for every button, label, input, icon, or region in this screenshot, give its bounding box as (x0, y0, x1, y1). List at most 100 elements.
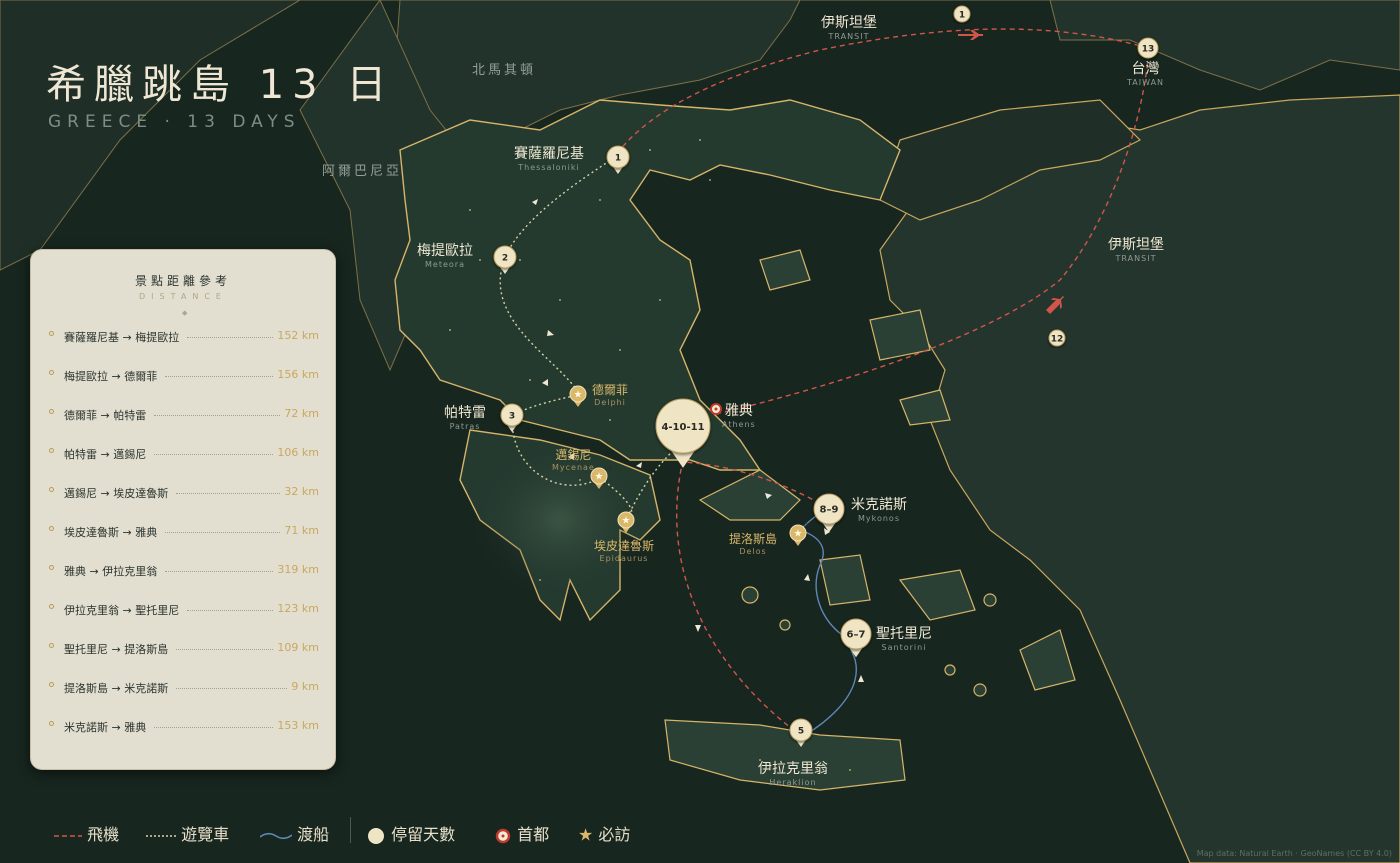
place-label-delphi[interactable]: 德爾菲 Delphi (592, 381, 628, 407)
day-marker-istanbul-top[interactable]: 1 (953, 5, 971, 23)
distance-row: 聖托里尼 → 提洛斯島 109 km (49, 641, 319, 659)
bullet-icon (49, 370, 54, 375)
distance-km: 153 km (277, 719, 319, 732)
distance-km: 123 km (277, 602, 319, 615)
distance-km: 72 km (284, 407, 319, 420)
distance-km: 71 km (284, 524, 319, 537)
day-marker-label: 3 (509, 412, 515, 422)
distance-km: 156 km (277, 368, 319, 381)
distance-route: 邁錫尼 → 埃皮達魯斯 (64, 487, 169, 500)
bullet-icon (49, 721, 54, 726)
day-marker-taiwan[interactable]: 13 (1137, 37, 1159, 59)
bullet-icon (49, 409, 54, 414)
place-name-zh: 伊斯坦堡 (821, 15, 877, 31)
place-name-en: Thessaloniki (518, 163, 580, 172)
must-visit-day-badge: D8 (804, 523, 811, 529)
dotted-leader (187, 610, 273, 611)
day-marker-label: 6–7 (847, 630, 866, 641)
place-name-zh: 雅典 (724, 403, 753, 419)
place-name-en: Delphi (594, 398, 626, 407)
stay-circle-icon (368, 827, 384, 844)
legend-coach-label: 遊覽車 (181, 825, 230, 844)
day-marker-label: 12 (1051, 335, 1064, 345)
dotted-leader (154, 454, 273, 455)
place-label-epidaurus[interactable]: 埃皮達魯斯 Epidaurus (594, 537, 654, 563)
legend-flight-label: 飛機 (87, 825, 120, 844)
distance-row: 埃皮達魯斯 → 雅典 71 km (49, 524, 319, 542)
capital-marker-athens[interactable] (710, 403, 722, 415)
day-marker-istanbul-right[interactable]: 12 (1048, 329, 1066, 347)
distance-route: 米克諾斯 → 雅典 (64, 721, 147, 734)
star-icon: ★ (574, 390, 583, 401)
place-label-santorini[interactable]: 聖托里尼 Santorini (876, 623, 932, 652)
place-name-zh: 賽薩羅尼基 (514, 146, 584, 162)
distance-row: 伊拉克里翁 → 聖托里尼 123 km (49, 602, 319, 620)
distance-route: 雅典 → 伊拉克里翁 (64, 565, 158, 578)
country-label-north-macedonia: 北馬其頓 (472, 63, 537, 78)
place-label-athens[interactable]: 雅典 Athens (722, 400, 756, 429)
day-marker-label: 1 (615, 154, 621, 164)
bullet-icon (49, 682, 54, 687)
legend-ferry: 渡船 (259, 821, 330, 845)
place-name-en: TRANSIT (828, 32, 870, 41)
page-subtitle: GREECE · 13 DAYS (48, 112, 301, 132)
day-marker-label: 8–9 (820, 505, 839, 516)
legend-must-visit: ★ 必訪 (578, 821, 630, 846)
place-name-zh: 伊拉克里翁 (758, 761, 828, 777)
distance-row: 梅提歐拉 → 德爾菲 156 km (49, 368, 319, 386)
distance-km: 109 km (277, 641, 319, 654)
day-marker-label: 4-10-11 (661, 422, 704, 433)
distance-row: 賽薩羅尼基 → 梅提歐拉 152 km (49, 329, 319, 347)
legend-stay-days: 停留天數 (366, 821, 455, 846)
distance-km: 319 km (277, 563, 319, 576)
dotted-leader (165, 376, 273, 377)
legend-capital-label: 首都 (517, 825, 550, 844)
dotted-line-icon (146, 834, 176, 837)
distance-route: 德爾菲 → 帕特雷 (64, 409, 147, 422)
day-marker-label: 1 (959, 11, 965, 21)
place-label-istanbul-right[interactable]: 伊斯坦堡 TRANSIT (1108, 234, 1164, 263)
place-label-istanbul-top[interactable]: 伊斯坦堡 TRANSIT (821, 12, 877, 41)
place-label-patras[interactable]: 帕特雷 Patras (444, 402, 486, 431)
distance-route: 伊拉克里翁 → 聖托里尼 (64, 604, 180, 617)
place-name-en: Athens (722, 420, 756, 429)
star-icon: ★ (794, 529, 803, 540)
distance-km: 32 km (284, 485, 319, 498)
place-name-en: Meteora (425, 260, 465, 269)
place-label-heraklion[interactable]: 伊拉克里翁 Heraklion (758, 758, 828, 787)
dotted-leader (154, 415, 280, 416)
legend-divider (350, 817, 351, 843)
star-icon: ★ (595, 472, 604, 483)
place-label-delos[interactable]: 提洛斯島 Delos (729, 530, 777, 556)
distance-km: 106 km (277, 446, 319, 459)
distance-row: 邁錫尼 → 埃皮達魯斯 32 km (49, 485, 319, 503)
place-name-zh: 提洛斯島 (729, 532, 778, 546)
place-name-en: Epidaurus (599, 554, 649, 563)
place-label-mykonos[interactable]: 米克諾斯 Mykonos (851, 494, 907, 523)
distance-row: 帕特雷 → 邁錫尼 106 km (49, 446, 319, 464)
bullet-icon (49, 526, 54, 531)
dotted-leader (165, 571, 273, 572)
place-label-mycenae[interactable]: 邁錫尼 Mycenae (552, 446, 595, 472)
legend-ferry-label: 渡船 (297, 825, 330, 844)
place-name-en: TRANSIT (1115, 254, 1157, 263)
place-name-zh: 梅提歐拉 (417, 243, 473, 259)
distance-row: 提洛斯島 → 米克諾斯 9 km (49, 680, 319, 698)
place-label-meteora[interactable]: 梅提歐拉 Meteora (417, 240, 473, 269)
dotted-leader (176, 493, 280, 494)
place-name-en: Santorini (881, 643, 927, 652)
page-title: 希臘跳島 13 日 (46, 62, 395, 108)
distance-panel-title: 景點距離參考 (134, 274, 231, 288)
distance-panel-subtitle: DISTANCE (139, 292, 227, 301)
divider-diamond-icon: ◆ (182, 309, 188, 317)
place-name-zh: 米克諾斯 (851, 497, 907, 513)
map-credit: Map data: Natural Earth · GeoNames (CC B… (1196, 849, 1392, 858)
bullet-icon (49, 331, 54, 336)
place-label-taiwan[interactable]: 台灣 TAIWAN (1127, 58, 1164, 87)
place-name-zh: 埃皮達魯斯 (594, 539, 655, 553)
distance-panel: 景點距離參考 DISTANCE ◆ 賽薩羅尼基 → 梅提歐拉 152 km 梅提歐拉… (30, 249, 336, 770)
place-name-en: Heraklion (769, 778, 817, 787)
distance-route: 提洛斯島 → 米克諾斯 (64, 682, 169, 695)
wave-line-icon (259, 832, 293, 839)
place-label-thessaloniki[interactable]: 賽薩羅尼基 Thessaloniki (514, 143, 584, 172)
